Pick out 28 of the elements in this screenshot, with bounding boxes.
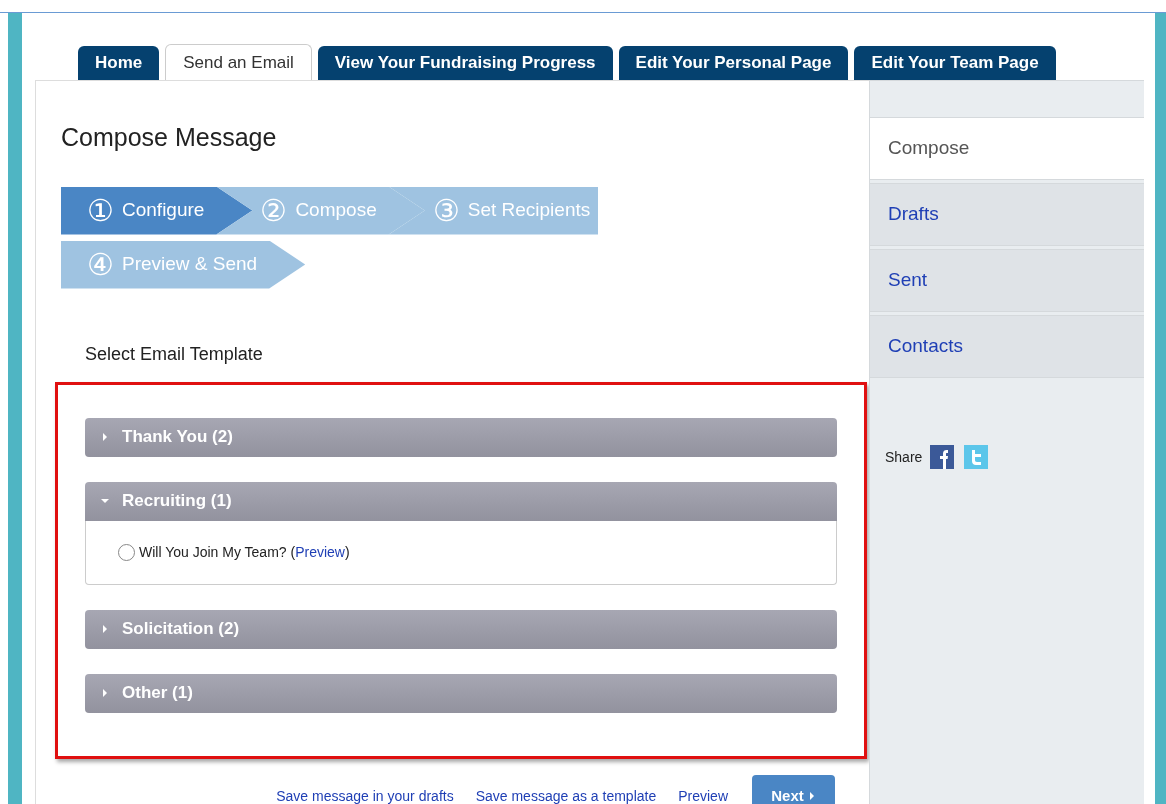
caret-right-icon	[101, 625, 109, 633]
section-label: Select Email Template	[85, 342, 263, 366]
share-label: Share	[885, 447, 923, 467]
progress-step: ③ Set Recipients	[388, 186, 599, 235]
footer-link[interactable]: Preview	[678, 785, 728, 804]
footer-link[interactable]: Save message as a template	[475, 785, 657, 804]
sidebar-item[interactable]: Contacts	[870, 315, 1144, 378]
page-title: Compose Message	[61, 122, 277, 153]
caret-right-icon	[807, 792, 816, 800]
facebook-icon[interactable]	[930, 445, 955, 469]
nav-tab[interactable]: Send an Email	[165, 44, 312, 80]
sidebar-item[interactable]: Sent	[870, 249, 1144, 312]
nav-tab[interactable]: Edit Your Personal Page	[618, 46, 849, 80]
progress-step: ④ Preview & Send	[61, 240, 306, 289]
caret-down-icon	[101, 497, 109, 505]
sidebar-item[interactable]: Compose	[870, 117, 1144, 180]
caret-right-icon	[101, 689, 109, 697]
next-button[interactable]: Next	[752, 774, 835, 804]
twitter-icon[interactable]	[964, 445, 989, 469]
nav-tab[interactable]: Home	[78, 46, 160, 80]
sidebar-item[interactable]: Drafts	[870, 183, 1144, 246]
footer-link[interactable]: Save message in your drafts	[276, 785, 454, 804]
caret-right-icon	[101, 433, 109, 441]
nav-tab[interactable]: Edit Your Team Page	[854, 46, 1056, 80]
nav-tab[interactable]: View Your Fundraising Progress	[317, 46, 613, 80]
preview-link[interactable]: Preview	[295, 543, 345, 560]
radio-button[interactable]	[118, 543, 135, 561]
template-option: Will You Join My Team? (Preview)	[139, 541, 350, 563]
